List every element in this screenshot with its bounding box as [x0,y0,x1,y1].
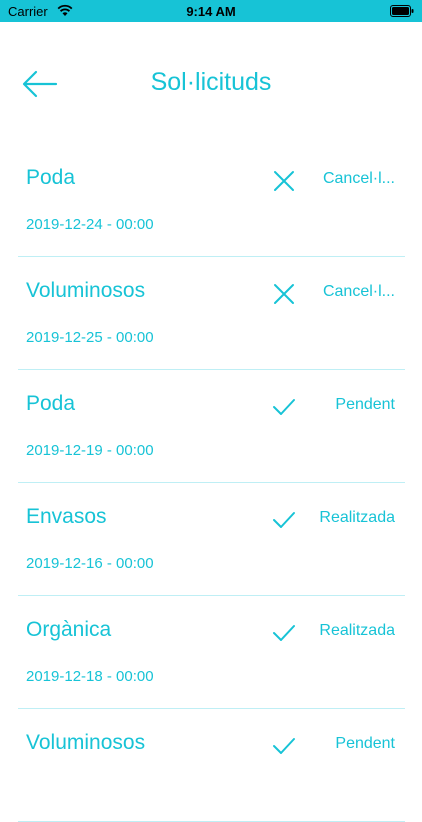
request-status: Pendent [335,396,395,413]
request-row[interactable]: Poda 2019-12-19 - 00:00 Pendent [18,370,405,483]
page-title: Sol·licituds [150,68,272,96]
request-status: Realitzada [319,509,395,526]
status-bar: Carrier 9:14 AM [0,0,422,22]
close-icon [274,171,294,191]
request-row[interactable]: Orgànica 2019-12-18 - 00:00 Realitzada [18,596,405,709]
request-status: Cancel·l... [322,283,395,300]
request-row[interactable]: Voluminosos Pendent [18,709,405,822]
request-date: 2019-12-16 - 00:00 [26,555,154,572]
request-row[interactable]: Envasos 2019-12-16 - 00:00 Realitzada [18,483,405,596]
request-date: 2019-12-25 - 00:00 [26,329,154,346]
request-type: Envasos [26,505,107,528]
check-icon [273,625,295,641]
request-type: Voluminosos [26,731,146,754]
request-type: Orgànica [26,618,112,641]
check-icon [273,399,295,415]
navigation-bar: Sol·licituds [0,22,422,142]
requests-list: Poda 2019-12-24 - 00:00 Cancel·l... Volumin… [0,144,422,822]
request-status: Cancel·l... [322,170,395,187]
request-row[interactable]: Poda 2019-12-24 - 00:00 Cancel·l... [18,144,405,257]
battery-icon [390,5,414,17]
request-status: Realitzada [319,622,395,639]
request-date: 2019-12-24 - 00:00 [26,216,154,233]
request-date: 2019-12-19 - 00:00 [26,442,154,459]
request-type: Voluminosos [26,279,146,302]
check-icon [273,738,295,754]
request-type: Poda [26,166,76,189]
request-type: Poda [26,392,76,415]
clock: 9:14 AM [186,4,236,19]
check-icon [273,512,295,528]
close-icon [274,284,294,304]
request-row[interactable]: Voluminosos 2019-12-25 - 00:00 Cancel·l... [18,257,405,370]
request-status: Pendent [335,735,395,752]
request-date: 2019-12-18 - 00:00 [26,668,154,685]
